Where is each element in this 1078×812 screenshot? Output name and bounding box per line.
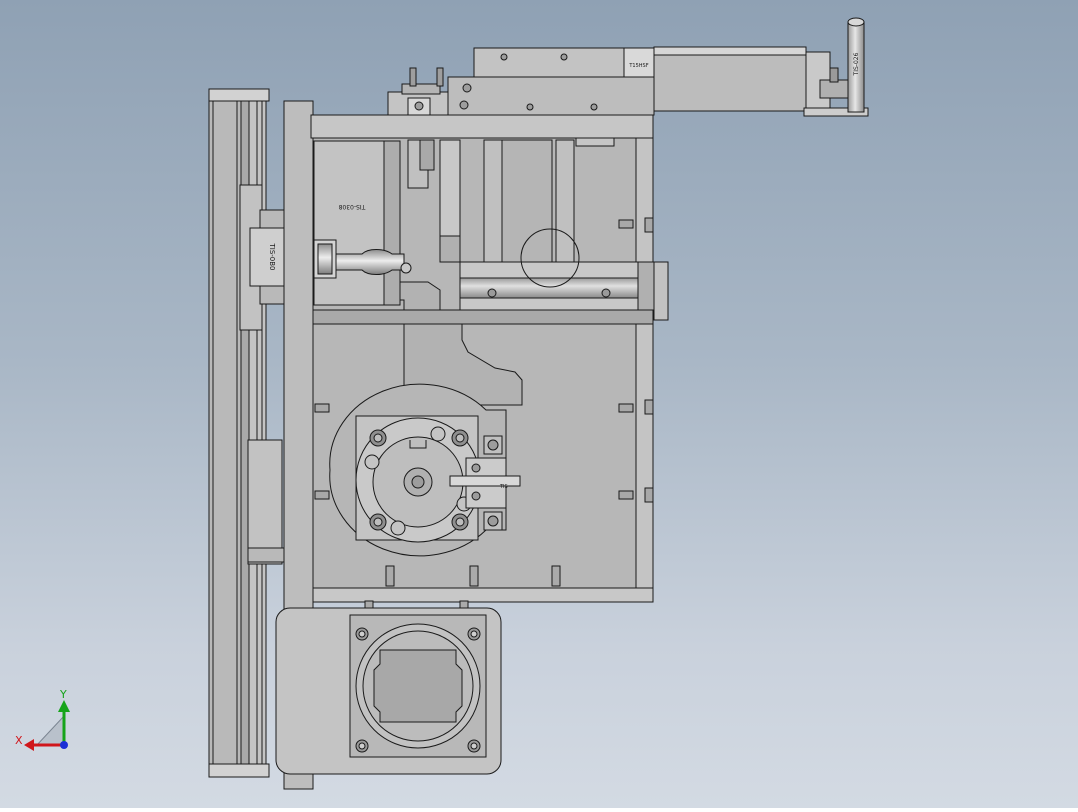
cylinder-tag: TIS-0308 <box>338 203 366 210</box>
right-extension-arm[interactable] <box>653 46 869 117</box>
z-axis-dot <box>60 741 68 749</box>
cylinder-body[interactable]: TIS-0308 <box>313 140 401 306</box>
lower-servo-motor[interactable] <box>275 607 502 775</box>
y-axis-label: Y <box>59 688 67 701</box>
x-axis-arrow <box>24 739 34 751</box>
cad-drawing[interactable]: TIS-0B0 TIS-0308 T15HSF TIS-026 TIS Y X <box>0 0 1078 808</box>
clamp-tag: TIS <box>499 484 508 490</box>
top-box-tag: T15HSF <box>628 63 648 69</box>
y-axis-arrow <box>58 700 70 712</box>
x-axis-label: X <box>15 734 23 747</box>
left-bracket-tag: TIS-0B0 <box>268 242 276 270</box>
cad-viewport[interactable]: TIS-0B0 TIS-0308 T15HSF TIS-026 TIS Y X <box>0 0 1078 808</box>
right-vertical-post[interactable]: TIS-026 <box>847 17 865 113</box>
right-post-tag: TIS-026 <box>853 52 860 76</box>
coordinate-triad: Y X <box>15 688 70 751</box>
